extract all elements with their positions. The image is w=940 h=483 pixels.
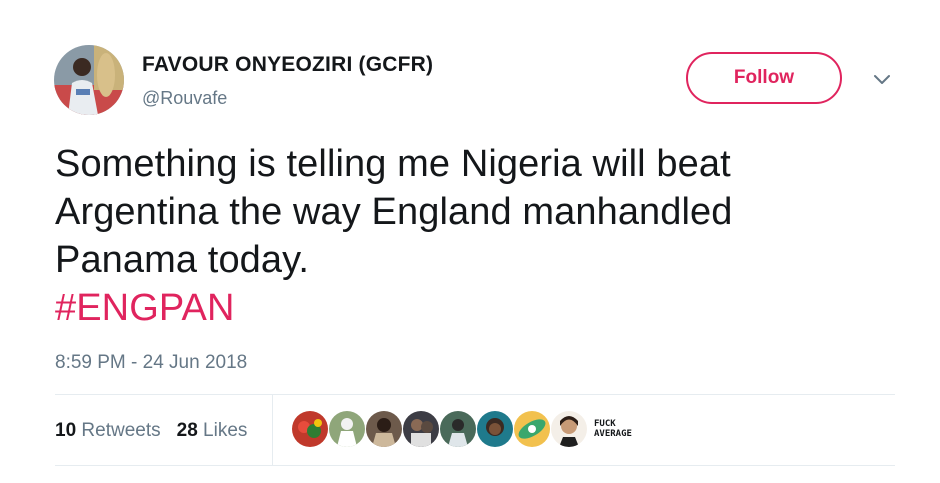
tweet-text-line-3: Panama today. (55, 239, 310, 281)
liker-avatar[interactable] (551, 411, 587, 447)
liker-avatar[interactable] (366, 411, 402, 447)
likes-stat[interactable]: 28 Likes (177, 420, 248, 442)
follow-button[interactable]: Follow (686, 52, 842, 104)
author-handle[interactable]: @Rouvafe (142, 88, 227, 109)
liker-avatar[interactable] (514, 411, 550, 447)
liker-avatar-text: AVERAGE (594, 429, 632, 439)
tweet-text: Something is telling me Nigeria will bea… (55, 140, 895, 332)
retweets-count: 10 (55, 420, 77, 441)
tweet-text-line-2: Argentina the way England manhandled (55, 191, 733, 233)
liker-avatar-text: FUCK (594, 419, 616, 429)
divider (55, 394, 895, 395)
likes-count: 28 (176, 420, 198, 441)
liker-avatar[interactable] (292, 411, 328, 447)
chevron-down-icon[interactable] (872, 70, 892, 90)
hashtag-link[interactable]: #ENGPAN (55, 284, 895, 332)
tweet-text-line-1: Something is telling me Nigeria will bea… (55, 143, 731, 185)
stats-divider (272, 395, 273, 465)
likers-list: FUCK AVERAGE (292, 411, 632, 447)
retweets-stat[interactable]: 10 Retweets (55, 420, 161, 442)
divider (55, 465, 895, 466)
author-avatar[interactable] (54, 45, 124, 115)
author-display-name[interactable]: FAVOUR ONYEOZIRI (GCFR) (142, 53, 433, 77)
liker-avatar[interactable] (477, 411, 513, 447)
retweets-label: Retweets (81, 420, 161, 441)
tweet-stats: 10 Retweets 28 Likes (55, 420, 247, 442)
liker-avatar[interactable] (403, 411, 439, 447)
likes-label: Likes (203, 420, 248, 441)
liker-avatar[interactable] (329, 411, 365, 447)
liker-avatar[interactable] (440, 411, 476, 447)
liker-avatar[interactable]: FUCK AVERAGE (594, 411, 632, 447)
tweet-timestamp[interactable]: 8:59 PM - 24 Jun 2018 (55, 352, 247, 374)
